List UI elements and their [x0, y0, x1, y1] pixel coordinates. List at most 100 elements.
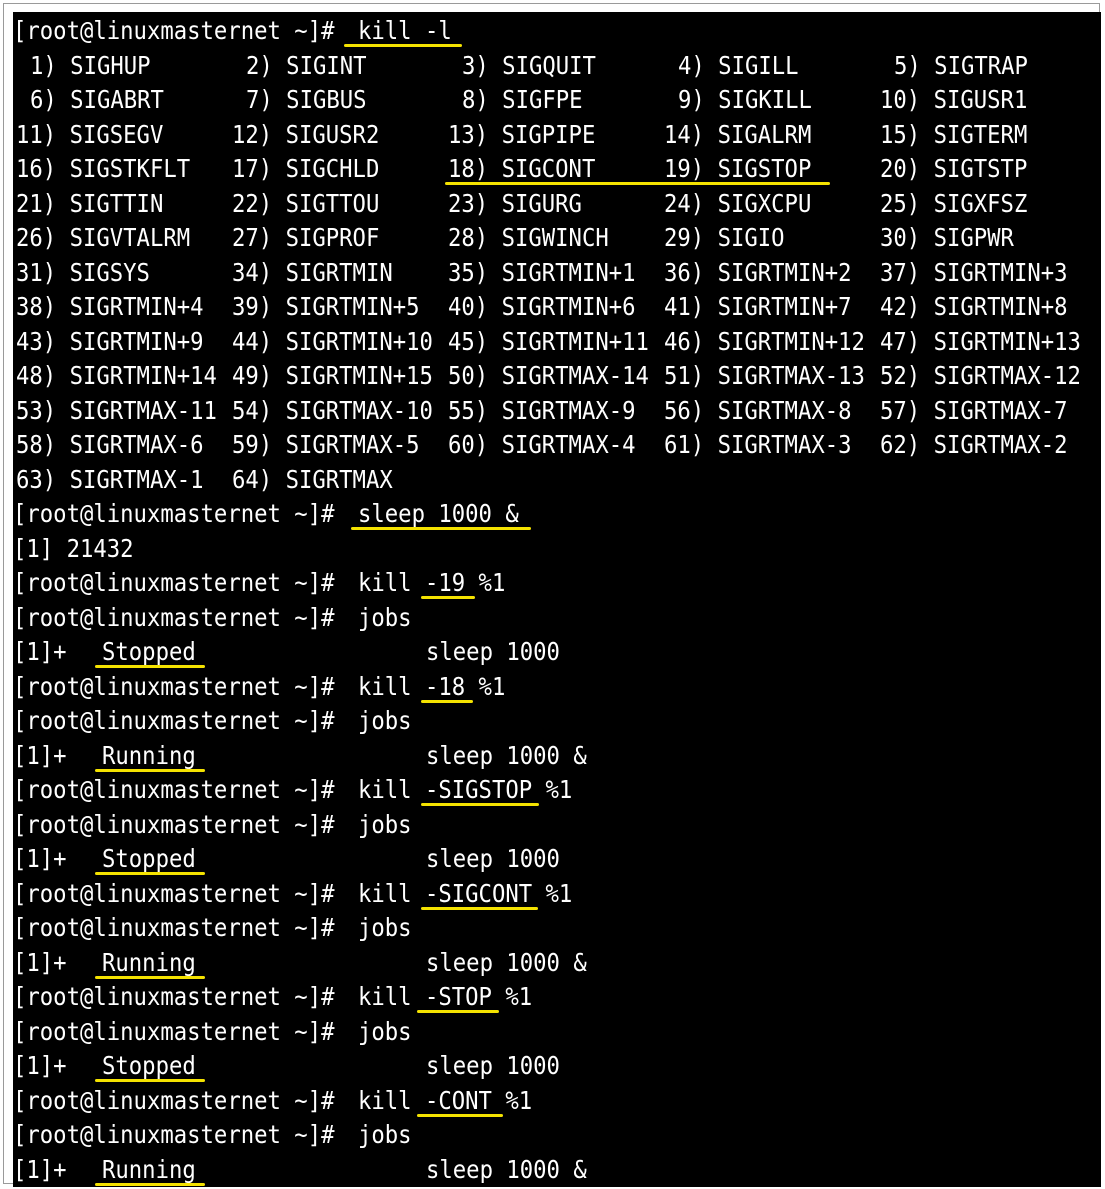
- signal-entry: 17) SIGCHLD: [231, 154, 379, 183]
- signal-entry: 6) SIGABRT: [30, 85, 164, 114]
- job-id: [1]+: [13, 740, 67, 770]
- job-id: [1]+: [13, 844, 67, 873]
- signal-entry: 56) SIGRTMAX-8: [663, 395, 852, 425]
- highlight-underline: [95, 665, 205, 668]
- prompt-text: [root@linuxmasternet ~]#: [13, 499, 335, 528]
- command-text: jobs: [358, 602, 412, 632]
- signal-entry: 30) SIGPWR: [879, 223, 1014, 252]
- highlight-underline: [95, 1182, 205, 1186]
- signal-entry: 10) SIGUSR1: [879, 85, 1027, 114]
- command-text: jobs: [358, 809, 412, 839]
- job-id: [1]+: [13, 637, 67, 666]
- prompt-text: [root@linuxmasternet ~]#: [13, 878, 335, 908]
- signal-entry: 20) SIGTSTP: [879, 154, 1027, 183]
- prompt-text: [root@linuxmasternet ~]#: [13, 809, 335, 839]
- command-text: kill -SIGCONT %1: [358, 878, 573, 908]
- command-text: kill -CONT %1: [358, 1085, 533, 1115]
- signal-entry: 29) SIGIO: [663, 223, 785, 252]
- signal-entry: 47) SIGRTMIN+13: [879, 326, 1081, 356]
- signal-entry: 12) SIGUSR2: [231, 119, 379, 149]
- signal-entry: 63) SIGRTMAX-1: [15, 464, 204, 494]
- command-text: jobs: [358, 913, 412, 942]
- highlight-underline: [421, 803, 539, 806]
- job-command: sleep 1000: [426, 844, 560, 873]
- signal-entry: 60) SIGRTMAX-4: [447, 430, 636, 459]
- signal-entry: 46) SIGRTMIN+12: [663, 326, 865, 356]
- signal-entry: 59) SIGRTMAX-5: [231, 430, 420, 459]
- highlight-underline: [95, 872, 205, 875]
- signal-entry: 3) SIGQUIT: [462, 50, 596, 80]
- signal-entry: 48) SIGRTMIN+14: [15, 361, 217, 390]
- job-command: sleep 1000 &: [426, 740, 587, 770]
- signal-entry: 54) SIGRTMAX-10: [231, 395, 433, 425]
- prompt-text: [root@linuxmasternet ~]#: [13, 1085, 335, 1115]
- signal-entry: 61) SIGRTMAX-3: [663, 430, 852, 459]
- signal-entry: 13) SIGPIPE: [447, 119, 595, 149]
- signal-entry: 23) SIGURG: [447, 188, 582, 218]
- signal-entry: 38) SIGRTMIN+4: [15, 292, 204, 321]
- job-status: Running: [102, 740, 196, 770]
- signal-entry: 62) SIGRTMAX-2: [879, 430, 1068, 459]
- signal-entry: 42) SIGRTMIN+8: [879, 292, 1068, 321]
- signal-entry: 49) SIGRTMIN+15: [231, 361, 433, 390]
- prompt-text: [root@linuxmasternet ~]#: [13, 706, 335, 735]
- signal-entry: 39) SIGRTMIN+5: [231, 292, 420, 321]
- prompt-text: [root@linuxmasternet ~]#: [13, 913, 335, 942]
- signal-entry: 53) SIGRTMAX-11: [15, 395, 217, 425]
- highlight-underline: [351, 527, 531, 530]
- signal-entry: 5) SIGTRAP: [894, 50, 1028, 80]
- signal-entry: 27) SIGPROF: [231, 223, 379, 252]
- prompt-text: [root@linuxmasternet ~]#: [13, 16, 335, 45]
- signal-entry: 52) SIGRTMAX-12: [879, 361, 1081, 390]
- signal-entry: 2) SIGINT: [246, 50, 367, 80]
- signal-entry: 1) SIGHUP: [30, 50, 151, 80]
- signal-entry: 45) SIGRTMIN+11: [447, 326, 649, 356]
- command-text: jobs: [358, 1016, 412, 1046]
- signal-entry: 50) SIGRTMAX-14: [447, 361, 649, 390]
- highlight-underline: [344, 44, 462, 47]
- signal-entry: 16) SIGSTKFLT: [15, 154, 190, 183]
- signal-entry: 9) SIGKILL: [678, 85, 812, 114]
- highlight-underline: [421, 596, 475, 599]
- job-id: [1]+: [13, 947, 67, 977]
- job-id: [1]+: [13, 1154, 67, 1184]
- job-command: sleep 1000 &: [426, 947, 587, 977]
- command-text: kill -18 %1: [358, 671, 506, 701]
- signal-entry: 21) SIGTTIN: [15, 188, 163, 218]
- command-text: jobs: [358, 706, 412, 735]
- job-status: Running: [102, 1154, 196, 1184]
- screenshot-frame: [root@linuxmasternet ~]# kill -l 1) SIGHUP…: [3, 3, 1101, 1187]
- job-command: sleep 1000 &: [426, 1154, 587, 1184]
- highlight-underline: [421, 699, 473, 703]
- signal-entry: 15) SIGTERM: [879, 119, 1027, 149]
- prompt-text: [root@linuxmasternet ~]#: [13, 982, 335, 1011]
- signal-entry: 64) SIGRTMAX: [231, 464, 393, 494]
- prompt-text: [root@linuxmasternet ~]#: [13, 775, 335, 804]
- signal-entry: 28) SIGWINCH: [447, 223, 609, 252]
- prompt-text: [root@linuxmasternet ~]#: [13, 1016, 335, 1046]
- signal-entry: 34) SIGRTMIN: [231, 257, 393, 287]
- prompt-text: [root@linuxmasternet ~]#: [13, 671, 335, 701]
- terminal-window[interactable]: [root@linuxmasternet ~]# kill -l 1) SIGHUP…: [13, 12, 1101, 1187]
- signal-entry: 35) SIGRTMIN+1: [447, 257, 636, 287]
- signal-entry: 22) SIGTTOU: [231, 188, 379, 218]
- signal-entry: 58) SIGRTMAX-6: [15, 430, 204, 459]
- highlight-underline: [417, 1113, 503, 1117]
- signal-entry: 36) SIGRTMIN+2: [663, 257, 852, 287]
- signal-entry: 31) SIGSYS: [15, 257, 150, 287]
- highlight-underline: [95, 975, 205, 979]
- signal-entry: 11) SIGSEGV: [15, 119, 163, 149]
- signal-entry: 57) SIGRTMAX-7: [879, 395, 1068, 425]
- job-status: Running: [102, 947, 196, 977]
- highlight-underline: [417, 1010, 499, 1013]
- signal-entry: 24) SIGXCPU: [663, 188, 811, 218]
- signal-entry: 51) SIGRTMAX-13: [663, 361, 865, 390]
- signal-entry: 40) SIGRTMIN+6: [447, 292, 636, 321]
- signal-entry: 7) SIGBUS: [246, 85, 367, 114]
- signal-entry: 4) SIGILL: [678, 50, 799, 80]
- signal-entry: 25) SIGXFSZ: [879, 188, 1027, 218]
- signal-entry: 8) SIGFPE: [462, 85, 583, 114]
- prompt-text: [root@linuxmasternet ~]#: [13, 602, 335, 632]
- command-text: jobs: [358, 1120, 412, 1149]
- prompt-text: [root@linuxmasternet ~]#: [13, 1120, 335, 1149]
